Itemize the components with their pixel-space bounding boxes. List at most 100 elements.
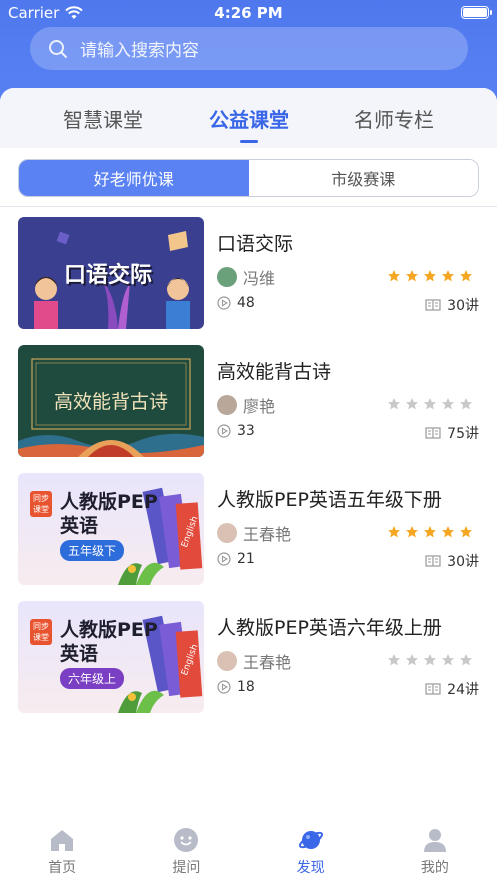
star-icon [388,270,400,282]
star-icon [424,654,436,666]
teacher-name: 王春艳 [243,653,292,672]
search-icon [49,39,67,58]
thumbnail-title: 高效能背古诗 [53,391,168,413]
tabbar-home-label: 首页 [48,860,77,876]
search-input[interactable]: 请输入搜索内容 [30,27,468,70]
star-icon [442,398,454,410]
course-teacher: 王春艳 [217,521,291,545]
star-icon [460,398,472,410]
book-icon [425,683,441,695]
avatar [217,395,237,415]
course-thumbnail: 同步课堂 人教版PEP 英语 五年级下 English [18,473,204,585]
thumbnail-title: 人教版PEP [60,619,158,641]
book-icon [425,555,441,567]
search-placeholder: 请输入搜索内容 [80,41,199,61]
course-teacher: 廖艳 [217,393,275,417]
star-icon [460,270,472,282]
teacher-name: 廖艳 [243,397,276,416]
star-icon [460,526,472,538]
tabbar-question[interactable]: 提问 [124,821,248,883]
star-icon [424,270,436,282]
course-thumbnail: 高效能背古诗 [18,345,204,457]
play-count: 33 [217,423,255,439]
grade-badge: 六年级上 [60,668,125,689]
question-icon [174,828,199,852]
tab-smart-classroom[interactable]: 智慧课堂 [48,104,158,133]
tabbar-discover-label: 发现 [296,860,325,876]
play-icon [217,680,231,694]
rating-stars [387,269,473,283]
star-icon [388,526,400,538]
star-icon [388,654,400,666]
course-teacher: 王春艳 [217,649,291,673]
status-bar: Carrier 4:26 PM [0,0,497,26]
lesson-count-value: 75讲 [447,426,479,442]
course-teacher: 冯维 [217,265,275,289]
lesson-count: 30讲 [425,551,479,571]
play-count-value: 48 [237,295,255,311]
course-item[interactable]: 高效能背古诗 高效能背古诗 廖艳 33 75讲 [18,345,479,457]
divider [0,206,497,207]
course-item[interactable]: 口语交际 口语交际 冯维 48 30讲 [18,217,479,329]
sync-class-badge: 同步课堂 [30,619,52,645]
star-icon [406,398,418,410]
bottom-tab-bar: 首页 提问 发现 我的 [0,821,497,883]
play-icon [217,424,231,438]
play-count: 48 [217,295,255,311]
lesson-count-value: 30讲 [447,554,479,570]
star-icon [460,654,472,666]
thumbnail-title: 口语交际 [64,263,153,288]
book-icon [425,299,441,311]
course-thumbnail: 口语交际 [18,217,204,329]
sync-class-badge: 同步课堂 [30,491,52,517]
discover-planet-icon [298,831,323,849]
teacher-name: 冯维 [243,269,276,288]
lesson-count: 24讲 [425,679,479,699]
teacher-name: 王春艳 [243,525,292,544]
book-icon [425,427,441,439]
course-title: 口语交际 [217,233,294,255]
tab-public-classroom[interactable]: 公益课堂 [194,104,304,133]
home-icon [51,830,74,851]
play-count-value: 33 [237,423,255,439]
avatar [217,651,237,671]
star-icon [442,526,454,538]
star-icon [406,526,418,538]
segment-city-contest[interactable]: 市级赛课 [248,160,478,196]
play-count-value: 21 [237,551,255,567]
play-count: 21 [217,551,255,567]
thumbnail-title: 人教版PEP [60,491,158,513]
active-tab-indicator [240,140,258,143]
lesson-count: 75讲 [425,423,479,443]
course-item[interactable]: 同步课堂 人教版PEP 英语 五年级下 English 人教版PEP英语五年级下… [18,473,479,585]
star-icon [388,398,400,410]
course-title: 高效能背古诗 [217,361,332,383]
star-icon [424,526,436,538]
segment-good-teacher[interactable]: 好老师优课 [19,160,249,196]
clock: 4:26 PM [214,4,283,22]
thumbnail-subtitle: 英语 [60,643,99,665]
course-item[interactable]: 同步课堂 人教版PEP 英语 六年级上 English 人教版PEP英语六年级上… [18,601,479,713]
content-panel: 智慧课堂 公益课堂 名师专栏 好老师优课 市级赛课 口语交际 口语交际 冯维 4… [0,88,497,883]
play-count: 18 [217,679,255,695]
tabbar-profile[interactable]: 我的 [373,821,497,883]
star-icon [424,398,436,410]
star-icon [406,270,418,282]
avatar [217,523,237,543]
play-icon [217,552,231,566]
lesson-count-value: 30讲 [447,298,479,314]
tabbar-home[interactable]: 首页 [0,821,124,883]
course-thumbnail: 同步课堂 人教版PEP 英语 六年级上 English [18,601,204,713]
play-icon [217,296,231,310]
star-icon [442,270,454,282]
star-icon [406,654,418,666]
tabbar-question-label: 提问 [172,860,201,876]
course-title: 人教版PEP英语六年级上册 [217,617,442,639]
avatar [217,267,237,287]
tab-famous-teachers[interactable]: 名师专栏 [339,104,449,133]
lesson-count-value: 24讲 [447,682,479,698]
rating-stars [387,525,473,539]
grade-badge: 五年级下 [60,540,125,561]
lesson-count: 30讲 [425,295,479,315]
tabbar-discover[interactable]: 发现 [249,821,373,883]
